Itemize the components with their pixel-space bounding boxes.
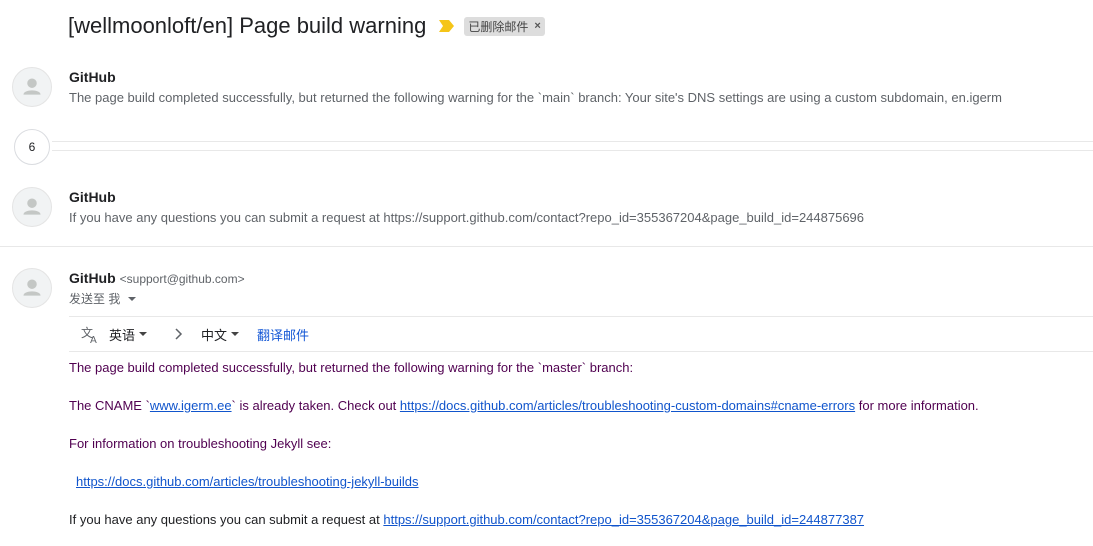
default-avatar-icon [23, 279, 41, 296]
chevron-right-icon [173, 328, 183, 340]
translate-message-link[interactable]: 翻译邮件 [257, 325, 309, 344]
chevron-down-icon[interactable] [128, 296, 137, 301]
cname-link[interactable]: www.igerm.ee [150, 398, 232, 413]
body-line-4: https://docs.github.com/articles/trouble… [76, 474, 419, 489]
jekyll-docs-link[interactable]: https://docs.github.com/articles/trouble… [76, 474, 419, 489]
source-language-label: 英语 [109, 327, 136, 343]
open-message-sender: GitHub <support@github.com> [69, 270, 245, 286]
collapsed-divider-bottom [52, 150, 1093, 151]
body-text-segment: The CNAME ` [69, 398, 150, 413]
body-text-segment: If you have any questions you can submit… [69, 512, 384, 527]
body-text-segment: ` is already taken. Check out [231, 398, 400, 413]
collapsed-messages-count[interactable]: 6 [14, 129, 50, 165]
target-language-select[interactable]: 中文 [201, 325, 240, 344]
default-avatar-icon [23, 198, 41, 215]
default-avatar-icon [23, 78, 41, 95]
email-subject: [wellmoonloft/en] Page build warning [68, 13, 427, 38]
avatar [12, 268, 52, 308]
message-snippet[interactable]: The page build completed successfully, b… [69, 90, 1002, 105]
message-snippet[interactable]: If you have any questions you can submit… [69, 210, 864, 225]
body-line-2: The CNAME `www.igerm.ee` is already take… [69, 398, 979, 413]
source-language-select[interactable]: 英语 [109, 325, 148, 344]
support-contact-link[interactable]: https://support.github.com/contact?repo_… [383, 512, 864, 527]
message-divider [0, 246, 1093, 247]
body-line-1: The page build completed successfully, b… [69, 360, 634, 375]
body-line-5: If you have any questions you can submit… [69, 512, 864, 527]
svg-text:A: A [90, 335, 97, 344]
recipient-details[interactable]: 发送至 我 [69, 290, 137, 307]
avatar [12, 67, 52, 107]
custom-domains-docs-link[interactable]: https://docs.github.com/articles/trouble… [400, 398, 855, 413]
translate-icon: 文 A [80, 324, 100, 344]
target-language-label: 中文 [201, 327, 228, 343]
label-chip-text: 已删除邮件 [468, 19, 529, 34]
message-sender[interactable]: GitHub [69, 69, 116, 85]
collapsed-divider-top [52, 141, 1093, 142]
translate-bar: 文 A 英语 中文 翻译邮件 [69, 316, 1093, 352]
avatar [12, 187, 52, 227]
sender-name[interactable]: GitHub [69, 270, 116, 286]
to-line-text: 发送至 我 [69, 292, 121, 306]
chevron-down-icon [231, 332, 240, 336]
remove-label-icon[interactable]: × [534, 20, 540, 32]
sender-email: <support@github.com> [119, 272, 245, 286]
body-text-segment: for more information. [855, 398, 979, 413]
body-line-3: For information on troubleshooting Jekyl… [69, 436, 332, 451]
message-sender[interactable]: GitHub [69, 189, 116, 205]
importance-marker-icon[interactable] [438, 19, 456, 33]
subject-row: [wellmoonloft/en] Page build warning 已删除… [68, 10, 545, 42]
chevron-down-icon [139, 332, 148, 336]
label-chip-deleted[interactable]: 已删除邮件 × [464, 16, 545, 36]
